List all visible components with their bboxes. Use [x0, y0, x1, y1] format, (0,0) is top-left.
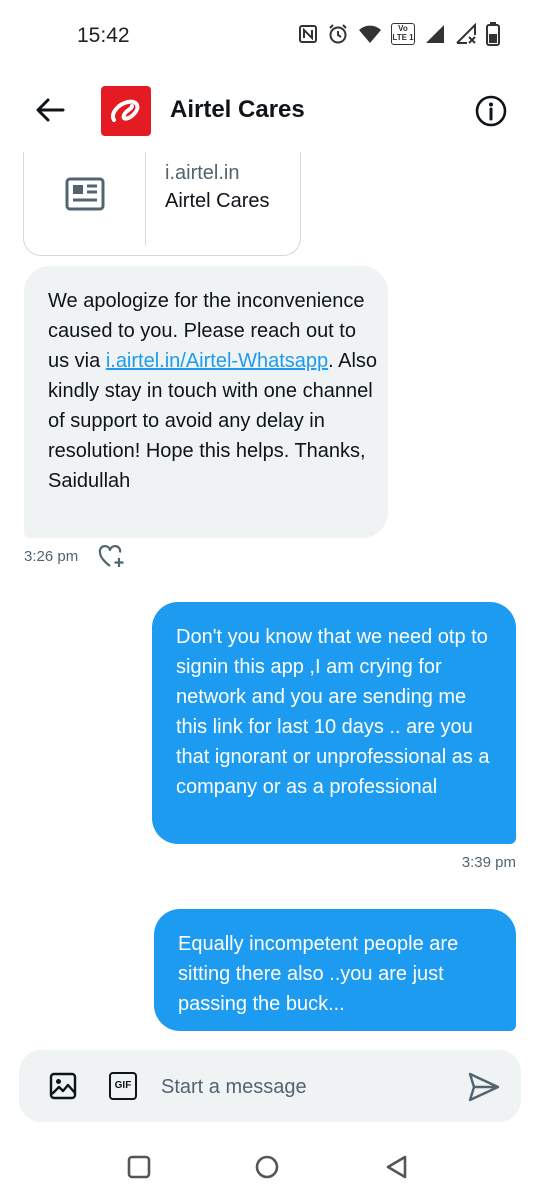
recents-button[interactable] — [126, 1154, 152, 1180]
heart-plus-icon — [98, 545, 124, 567]
message-text: We apologize for the inconvenience cause… — [48, 286, 378, 496]
link-preview-card[interactable]: i.airtel.in Airtel Cares — [23, 152, 301, 256]
link-thumbnail — [24, 152, 146, 245]
link-domain: i.airtel.in — [165, 162, 240, 184]
alarm-icon — [329, 24, 347, 44]
message-text: Equally incompetent people are sitting t… — [178, 933, 459, 1015]
gif-icon: GIF — [109, 1072, 137, 1100]
message-text: Don't you know that we need otp to signi… — [176, 626, 490, 798]
circle-icon — [255, 1155, 279, 1179]
volte-badge: Vo LTE 1 — [391, 23, 415, 45]
info-icon — [475, 95, 507, 127]
status-time: 15:42 — [77, 24, 130, 47]
signal-no-data-icon — [456, 23, 476, 44]
send-icon — [468, 1072, 500, 1102]
arrow-left-icon — [36, 98, 65, 122]
outgoing-message[interactable]: Don't you know that we need otp to signi… — [152, 602, 516, 844]
message-link[interactable]: i.airtel.in/Airtel-Whatsapp — [106, 350, 328, 372]
react-button[interactable] — [98, 544, 126, 570]
message-timestamp: 3:39 pm — [461, 854, 516, 871]
home-button[interactable] — [254, 1154, 280, 1180]
link-title: Airtel Cares — [165, 190, 270, 212]
system-nav-bar — [0, 1130, 540, 1200]
outgoing-message[interactable]: Equally incompetent people are sitting t… — [154, 909, 516, 1031]
battery-icon — [486, 22, 500, 46]
wifi-icon — [359, 25, 381, 43]
message-input[interactable] — [159, 1068, 453, 1106]
airtel-logo-icon — [111, 99, 140, 122]
add-image-button[interactable] — [49, 1072, 77, 1100]
status-bar: 15:42 Vo LTE 1 — [0, 0, 540, 70]
message-composer: GIF — [19, 1050, 521, 1122]
newspaper-icon — [65, 177, 104, 210]
send-button[interactable] — [468, 1072, 500, 1102]
square-icon — [127, 1155, 151, 1179]
page-title[interactable]: Airtel Cares — [170, 96, 305, 124]
message-timestamp: 3:26 pm — [24, 548, 79, 565]
back-button[interactable] — [30, 90, 70, 130]
back-nav-button[interactable] — [384, 1154, 410, 1180]
triangle-back-icon — [386, 1155, 407, 1179]
add-gif-button[interactable]: GIF — [109, 1072, 137, 1100]
incoming-message[interactable]: We apologize for the inconvenience cause… — [24, 266, 388, 538]
conversation-header: Airtel Cares — [0, 70, 540, 152]
status-icons: Vo LTE 1 — [298, 22, 500, 46]
image-icon — [49, 1072, 77, 1100]
message-list[interactable]: i.airtel.in Airtel Cares We apologize fo… — [0, 152, 540, 1040]
signal-icon — [426, 25, 444, 43]
avatar[interactable] — [101, 86, 151, 136]
info-button[interactable] — [474, 94, 508, 128]
nfc-icon — [299, 25, 317, 43]
